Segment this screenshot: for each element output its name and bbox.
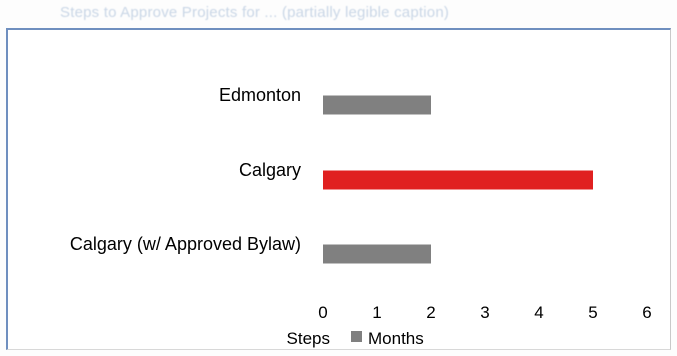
bar-months — [323, 244, 431, 264]
x-tick-label: 1 — [372, 303, 381, 322]
bars — [323, 95, 593, 264]
category-label: Calgary (w/ Approved Bylaw) — [70, 234, 301, 254]
x-tick-label: 3 — [480, 303, 489, 322]
legend-label-steps: Steps — [287, 329, 330, 348]
category-label: Edmonton — [219, 85, 301, 105]
legend-label-months: Months — [368, 329, 424, 348]
x-tick-labels: 0 1 2 3 4 5 6 — [318, 303, 651, 322]
x-tick-label: 0 — [318, 303, 327, 322]
legend-swatch-months — [351, 331, 362, 342]
x-tick-label: 6 — [642, 303, 651, 322]
bar-chart: Edmonton Calgary Calgary (w/ Approved Byla… — [70, 85, 652, 348]
x-tick-label: 2 — [426, 303, 435, 322]
x-tick-label: 5 — [588, 303, 597, 322]
legend: Steps Months — [287, 329, 424, 348]
x-tick-label: 4 — [534, 303, 543, 322]
bar-months — [323, 170, 593, 190]
category-label: Calgary — [239, 160, 301, 180]
bar-months — [323, 95, 431, 115]
category-labels: Edmonton Calgary Calgary (w/ Approved Byla… — [70, 85, 301, 254]
